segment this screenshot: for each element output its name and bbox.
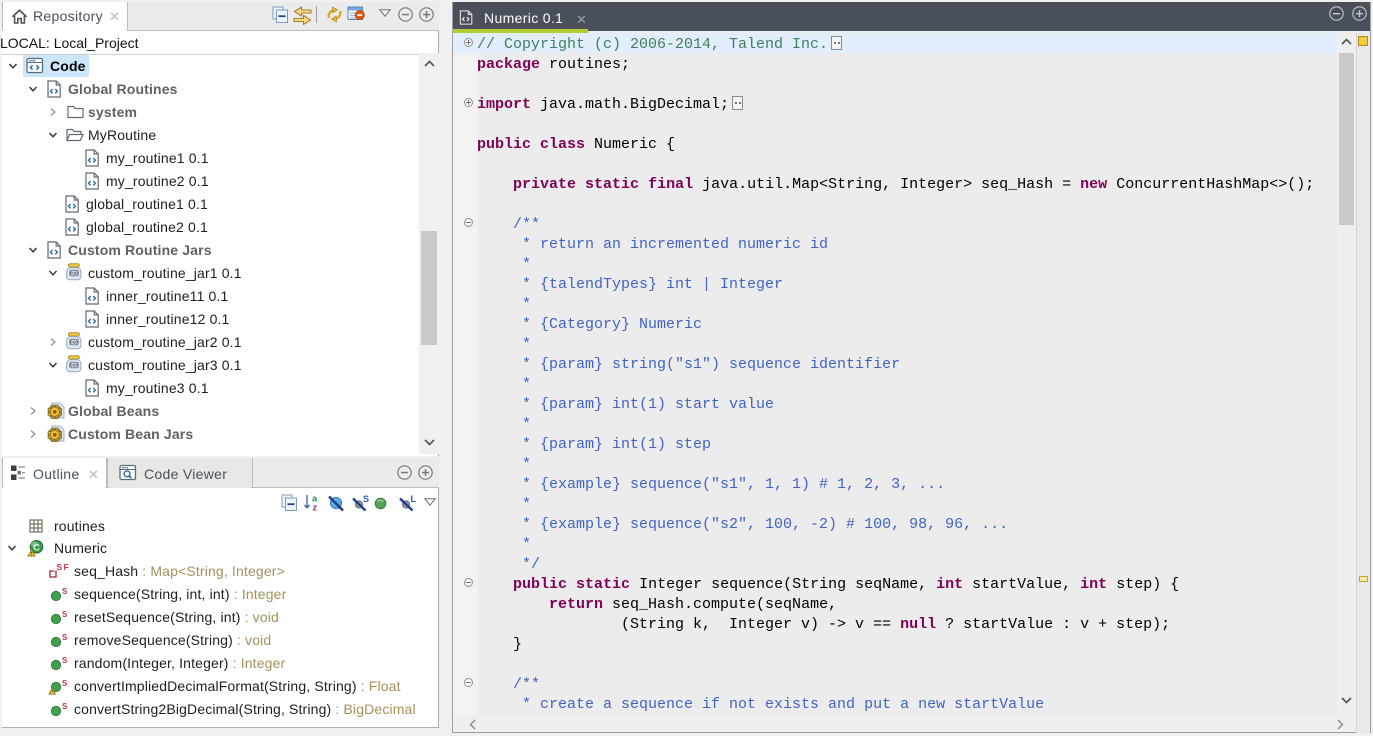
- svg-text:L: L: [411, 494, 417, 504]
- svg-text:S: S: [363, 494, 369, 504]
- svg-text:S: S: [62, 679, 68, 688]
- svg-text:S: S: [62, 587, 68, 596]
- svg-text:010: 010: [70, 363, 78, 368]
- svg-text:z: z: [313, 503, 318, 513]
- svg-text:F: F: [64, 563, 69, 572]
- svg-text:S: S: [62, 610, 68, 619]
- svg-text:S: S: [62, 656, 68, 665]
- svg-text:S: S: [62, 702, 68, 711]
- svg-text:010: 010: [70, 340, 78, 345]
- svg-text:S: S: [57, 563, 63, 572]
- svg-text:S: S: [62, 633, 68, 642]
- svg-text:C: C: [33, 542, 40, 553]
- svg-text:010: 010: [70, 271, 78, 276]
